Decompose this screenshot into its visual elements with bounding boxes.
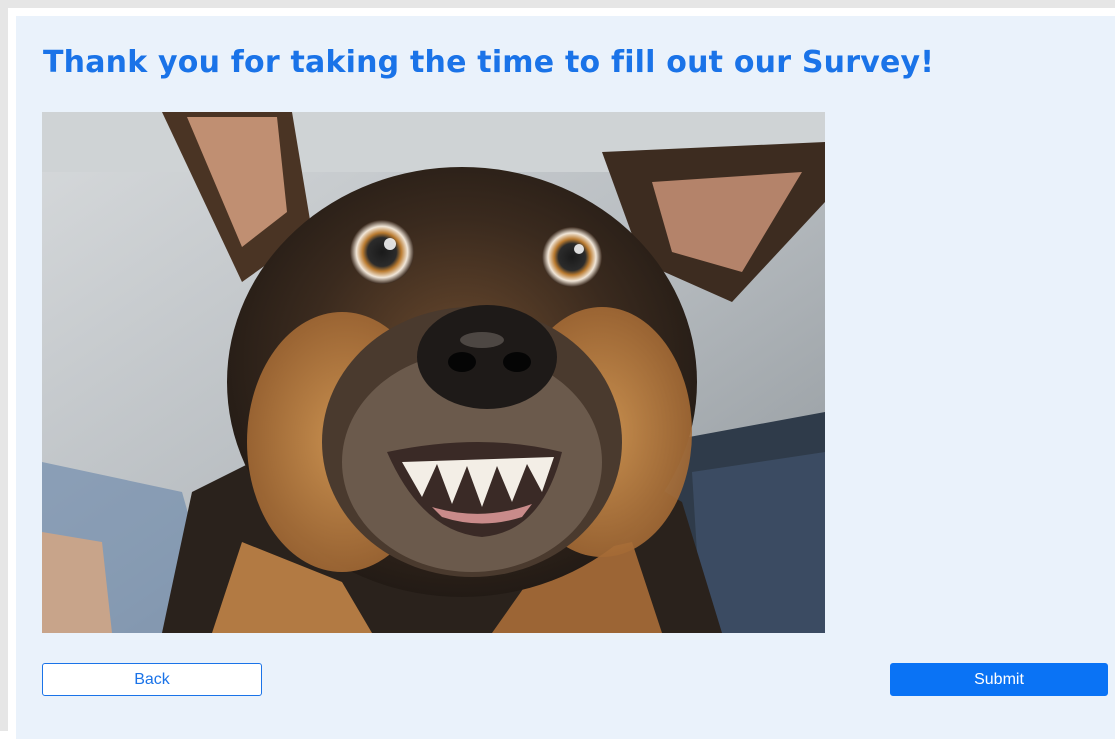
dog-illustration	[42, 112, 825, 633]
dog-photo	[42, 112, 825, 633]
browser-frame: Thank you for taking the time to fill ou…	[0, 0, 1115, 739]
survey-completion-panel: Thank you for taking the time to fill ou…	[16, 16, 1115, 739]
page-title: Thank you for taking the time to fill ou…	[43, 45, 935, 80]
submit-button[interactable]: Submit	[890, 663, 1108, 696]
back-button[interactable]: Back	[42, 663, 262, 696]
